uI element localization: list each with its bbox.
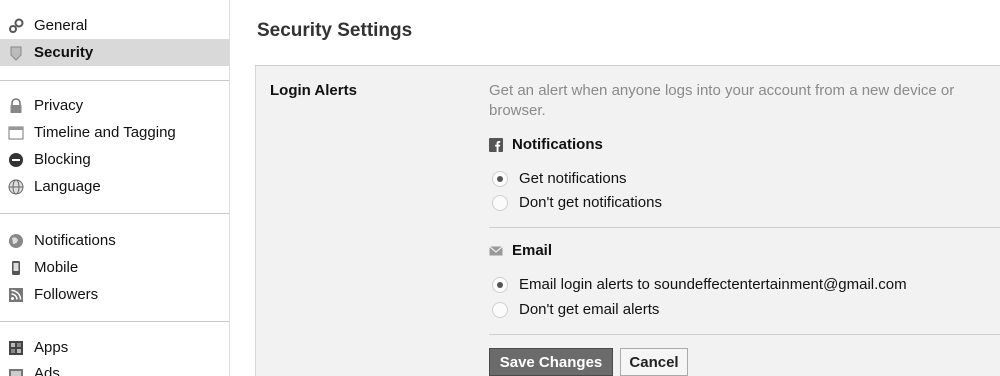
email-heading-text: Email	[512, 242, 553, 259]
radio-label: Don't get email alerts	[519, 301, 660, 318]
email-subheading: Email	[489, 242, 552, 259]
shield-icon	[8, 45, 24, 61]
sidebar-item-privacy[interactable]: Privacy	[0, 92, 229, 119]
settings-sidebar: General Security Privacy Timeline and Ta…	[0, 0, 230, 376]
sidebar-item-followers[interactable]: Followers	[0, 281, 229, 308]
section-divider	[489, 227, 1000, 228]
sidebar-item-label: General	[34, 17, 88, 34]
sidebar-item-label: Notifications	[34, 232, 116, 249]
radio-label: Get notifications	[519, 170, 627, 187]
sidebar-item-label: Ads	[34, 365, 60, 376]
sidebar-item-notifications[interactable]: Notifications	[0, 227, 229, 254]
sidebar-item-ads[interactable]: Ads	[0, 360, 229, 376]
globe-icon	[8, 179, 24, 195]
radio-button[interactable]	[492, 276, 508, 293]
gears-icon	[8, 18, 24, 34]
sidebar-item-label: Mobile	[34, 259, 79, 276]
radio-email-login-alerts[interactable]: Email login alerts to soundeffectenterta…	[492, 276, 907, 293]
sidebar-item-label: Blocking	[34, 151, 91, 168]
facebook-icon	[489, 137, 503, 152]
sidebar-item-security[interactable]: Security	[0, 39, 229, 66]
sidebar-item-label: Privacy	[34, 97, 84, 114]
cancel-button[interactable]: Cancel	[620, 348, 688, 376]
section-label-login-alerts: Login Alerts	[270, 82, 357, 99]
phone-icon	[8, 260, 24, 276]
timeline-icon	[8, 125, 24, 141]
login-alerts-description: Get an alert when anyone logs into your …	[489, 82, 955, 119]
sidebar-item-label: Followers	[34, 286, 99, 303]
section-divider	[489, 334, 1000, 335]
radio-button[interactable]	[492, 170, 508, 187]
radio-dont-get-notifications[interactable]: Don't get notifications	[492, 194, 662, 211]
sidebar-item-language[interactable]: Language	[0, 173, 229, 200]
sidebar-divider	[0, 321, 229, 322]
radio-label: Don't get notifications	[519, 194, 662, 211]
radio-get-notifications[interactable]: Get notifications	[492, 170, 627, 187]
sidebar-item-general[interactable]: General	[0, 12, 229, 39]
apps-icon	[8, 340, 24, 356]
sidebar-divider	[0, 213, 229, 214]
sidebar-divider	[0, 80, 229, 81]
radio-button[interactable]	[492, 194, 508, 211]
save-changes-button[interactable]: Save Changes	[489, 348, 613, 376]
sidebar-item-label: Security	[34, 44, 94, 61]
ads-icon	[8, 366, 24, 376]
notifications-subheading: Notifications	[489, 136, 603, 153]
block-icon	[8, 152, 24, 168]
page-title: Security Settings	[257, 20, 413, 41]
sidebar-item-mobile[interactable]: Mobile	[0, 254, 229, 281]
sidebar-item-apps[interactable]: Apps	[0, 334, 229, 361]
notifications-heading-text: Notifications	[512, 136, 603, 153]
globe-notification-icon	[8, 233, 24, 249]
lock-icon	[8, 97, 24, 114]
radio-button[interactable]	[492, 301, 508, 318]
radio-label: Email login alerts to soundeffectenterta…	[519, 276, 907, 293]
radio-dont-get-email-alerts[interactable]: Don't get email alerts	[492, 301, 659, 318]
sidebar-item-label: Timeline and Tagging	[34, 124, 176, 141]
envelope-icon	[489, 244, 503, 258]
sidebar-item-label: Language	[34, 178, 101, 195]
sidebar-item-label: Apps	[34, 339, 69, 356]
sidebar-item-blocking[interactable]: Blocking	[0, 146, 229, 173]
rss-icon	[8, 287, 24, 303]
sidebar-item-timeline-and-tagging[interactable]: Timeline and Tagging	[0, 119, 229, 146]
